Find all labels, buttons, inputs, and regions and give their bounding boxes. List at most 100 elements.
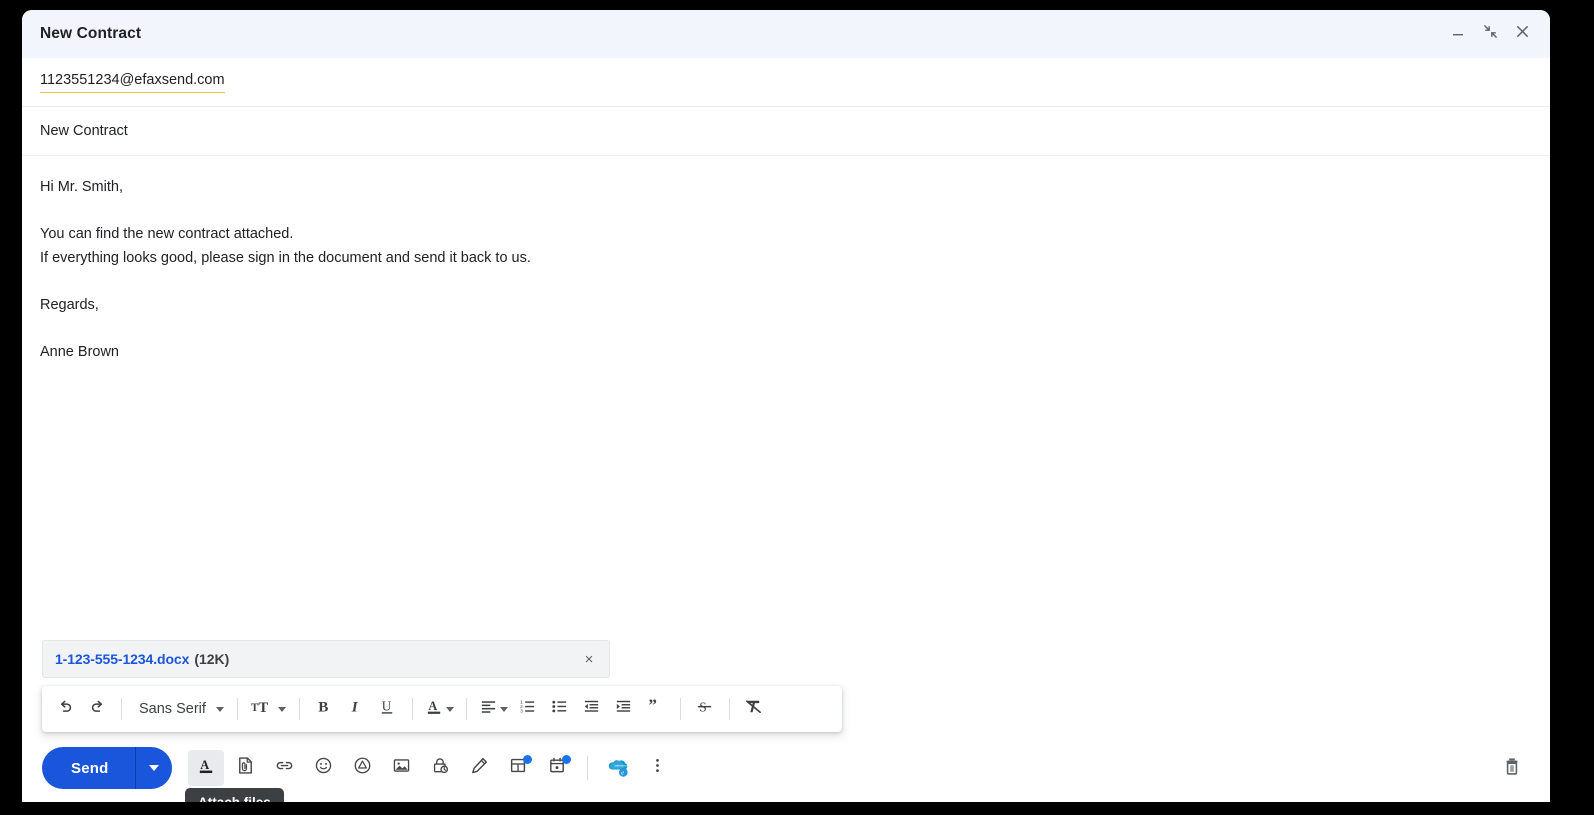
italic-button[interactable]: I xyxy=(341,694,371,724)
minimize-button[interactable] xyxy=(1444,20,1472,48)
action-divider xyxy=(587,756,589,780)
recipient-to-value[interactable]: 1123551234@efaxsend.com xyxy=(40,71,225,93)
layout-badge-dot xyxy=(523,755,533,764)
bulleted-list-button[interactable] xyxy=(545,694,575,724)
font-family-dropdown[interactable]: Sans Serif xyxy=(131,694,228,724)
insert-signature-button[interactable] xyxy=(461,750,497,786)
confidential-mode-button[interactable] xyxy=(422,750,458,786)
attachment-chip[interactable]: 1-123-555-1234.docx (12K) × xyxy=(42,640,610,678)
attachment-area: 1-123-555-1234.docx (12K) × xyxy=(22,640,1550,686)
insert-drive-file-button[interactable] xyxy=(344,750,380,786)
toolbar-divider xyxy=(236,698,238,720)
body-line: Regards, xyxy=(40,296,99,313)
formatting-options-icon: A xyxy=(196,755,217,781)
compose-titlebar: New Contract xyxy=(22,10,1550,58)
discard-draft-button[interactable] xyxy=(1494,750,1530,786)
attachment-filename[interactable]: 1-123-555-1234.docx xyxy=(55,651,189,667)
subject-input[interactable]: New Contract xyxy=(40,123,128,139)
emoji-icon xyxy=(313,755,334,781)
pen-icon xyxy=(469,755,490,781)
align-left-icon xyxy=(479,697,498,721)
bold-icon: B xyxy=(314,697,333,721)
toolbar-divider xyxy=(298,698,300,720)
salesforce-addon-button[interactable]: salesforce e xyxy=(600,750,636,786)
compose-window: New Contract 1123551234@efaxsend.com New… xyxy=(22,10,1550,802)
toolbar-divider xyxy=(679,698,681,720)
quote-button[interactable]: ” xyxy=(641,694,671,724)
indent-more-icon xyxy=(614,697,633,721)
undo-button[interactable] xyxy=(50,694,80,724)
send-options-button[interactable] xyxy=(136,747,172,789)
attach-files-button[interactable] xyxy=(227,750,263,786)
numbered-list-button[interactable]: 1 2 3 xyxy=(513,694,543,724)
strikethrough-icon: S xyxy=(695,697,714,721)
chevron-down-icon xyxy=(277,706,286,712)
trash-icon xyxy=(1501,755,1523,782)
format-toolbar: Sans Serif T T B I U A 1 2 3 ” S xyxy=(42,686,842,732)
align-dropdown[interactable] xyxy=(476,694,511,724)
close-button[interactable] xyxy=(1508,20,1536,48)
body-line-blank xyxy=(40,270,1532,294)
svg-text:3: 3 xyxy=(520,709,523,715)
toolbar-divider xyxy=(411,698,413,720)
more-vertical-icon xyxy=(647,755,668,781)
email-layouts-button[interactable] xyxy=(500,750,536,786)
body-line: If everything looks good, please sign in… xyxy=(40,249,531,266)
underline-button[interactable]: U xyxy=(373,694,403,724)
underline-icon: U xyxy=(378,697,397,721)
font-size-dropdown[interactable]: T T xyxy=(247,694,290,724)
exit-full-screen-icon xyxy=(1482,23,1499,45)
attachment-size: (12K) xyxy=(194,651,230,667)
more-options-button[interactable] xyxy=(639,750,675,786)
svg-text:salesforce: salesforce xyxy=(615,763,629,767)
text-size-icon: T T xyxy=(251,697,275,721)
redo-button[interactable] xyxy=(82,694,112,724)
message-body[interactable]: Hi Mr. Smith, You can find the new contr… xyxy=(22,156,1550,640)
body-line: Hi Mr. Smith, xyxy=(40,179,123,195)
insert-link-button[interactable] xyxy=(266,750,302,786)
close-icon xyxy=(1514,23,1531,45)
toolbar-divider xyxy=(465,698,467,720)
toolbar-divider xyxy=(728,698,730,720)
salesforce-cloud-icon: salesforce e xyxy=(605,755,631,781)
text-color-dropdown[interactable]: A xyxy=(422,694,457,724)
action-icon-group: A salesforce e xyxy=(188,750,675,786)
subject-field-row[interactable]: New Contract xyxy=(22,107,1550,156)
bulleted-list-icon xyxy=(550,697,569,721)
link-icon xyxy=(274,755,295,781)
send-button[interactable]: Send xyxy=(42,747,135,789)
attachment-remove-icon[interactable]: × xyxy=(579,649,599,669)
body-line: You can find the new contract attached. xyxy=(40,226,294,242)
format-toolbar-wrapper: Sans Serif T T B I U A 1 2 3 ” S xyxy=(22,686,1550,734)
body-line-blank xyxy=(40,317,1532,341)
chevron-down-icon xyxy=(215,706,224,712)
minimize-icon xyxy=(1450,24,1466,45)
remove-formatting-icon xyxy=(744,697,763,721)
indent-more-button[interactable] xyxy=(609,694,639,724)
send-button-group[interactable]: Send xyxy=(42,747,173,789)
set-up-a-time-to-meet-button[interactable] xyxy=(539,750,575,786)
drive-icon xyxy=(352,755,373,781)
bold-button[interactable]: B xyxy=(309,694,339,724)
svg-text:U: U xyxy=(382,698,392,713)
screen-root: New Contract 1123551234@efaxsend.com New… xyxy=(0,0,1594,815)
window-controls xyxy=(1444,20,1536,48)
indent-less-button[interactable] xyxy=(577,694,607,724)
quote-icon: ” xyxy=(646,695,665,721)
formatting-options-button[interactable]: A xyxy=(188,750,225,786)
exit-full-screen-button[interactable] xyxy=(1476,20,1504,48)
strikethrough-button[interactable]: S xyxy=(690,694,720,724)
tooltip-attach-files: Attach files xyxy=(185,788,284,802)
svg-text:A: A xyxy=(428,699,437,713)
insert-photo-button[interactable] xyxy=(383,750,419,786)
recipient-field-row[interactable]: 1123551234@efaxsend.com xyxy=(22,58,1550,107)
chevron-down-icon xyxy=(149,765,160,771)
lock-clock-icon xyxy=(430,755,451,781)
compose-action-bar: Send A salesforce e xyxy=(22,734,1550,802)
svg-text:e: e xyxy=(622,769,625,776)
svg-text:B: B xyxy=(319,699,329,716)
body-line: Anne Brown xyxy=(40,343,119,360)
insert-emoji-button[interactable] xyxy=(305,750,341,786)
remove-formatting-button[interactable] xyxy=(739,694,769,724)
toolbar-divider xyxy=(121,698,122,720)
